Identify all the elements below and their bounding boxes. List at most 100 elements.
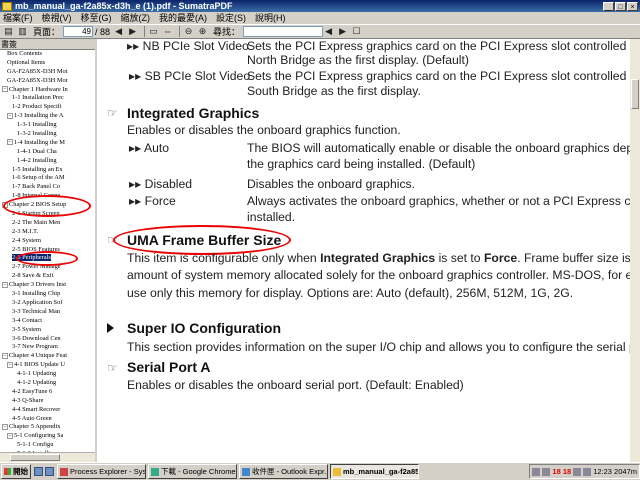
bookmark-item[interactable]: 2-5 BIOS Features [0, 246, 95, 255]
bookmark-item[interactable]: 2-3 M.I.T. [0, 228, 95, 237]
start-button[interactable]: 開始 [1, 464, 31, 479]
print-icon[interactable]: ▥ [17, 26, 28, 37]
arrow-icon: ▸▸ [127, 39, 140, 53]
bookmark-item[interactable]: 3-6 Download Cen [0, 335, 95, 344]
bookmark-item[interactable]: 3-2 Application Sof [0, 299, 95, 308]
bookmark-label: 3-3 Technical Man [12, 307, 61, 315]
close-button[interactable]: × [627, 1, 638, 11]
bookmark-item[interactable]: 2-4 System [0, 237, 95, 246]
window-title: mb_manual_ga-f2a85x-d3h_e (1).pdf - Suma… [15, 1, 233, 11]
task-chrome[interactable]: 下載 - Google Chrome [148, 464, 237, 479]
bookmark-item[interactable]: 3-4 Contact [0, 317, 95, 326]
menu-zoom[interactable]: 縮放(Z) [121, 12, 151, 24]
bookmark-item[interactable]: 2-1 Startup Screen [0, 210, 95, 219]
page-number-input[interactable] [63, 26, 94, 37]
next-page-icon[interactable]: ▶ [127, 26, 138, 37]
find-prev-icon[interactable]: ◀ [323, 26, 334, 37]
bookmark-item[interactable]: − Chapter 2 BIOS Setup [0, 201, 95, 210]
bookmark-item[interactable]: 1-6 Setup of the AM [0, 174, 95, 183]
bookmark-label: 1-4-2 Installing [17, 156, 57, 164]
fit-width-icon[interactable]: ⇔ [162, 26, 173, 37]
document-view: ▸▸ NB PCIe Slot Video Sets the PCI Expre… [97, 39, 640, 462]
bookmark-item[interactable]: GA-F2A85X-D3H Mot [0, 68, 95, 77]
task-outlook[interactable]: 收件匣 - Outlook Expr... [239, 464, 328, 479]
document-vertical-scrollbar[interactable] [630, 39, 640, 462]
bookmark-item[interactable]: 2-8 Save & Exit [0, 272, 95, 281]
match-case-icon[interactable]: ☐ [351, 26, 362, 37]
bookmark-item[interactable]: 3-3 Technical Man [0, 308, 95, 317]
bookmarks-sidebar: 書簽 Box Contents Optional Items GA-F2A85X-D… [0, 39, 97, 462]
collapse-icon[interactable]: − [7, 139, 13, 146]
bookmark-item[interactable]: 1-4-1 Dual Cha [0, 148, 95, 157]
find-input[interactable] [243, 26, 324, 37]
bookmark-item[interactable]: 4-3 Q-Share [0, 397, 95, 406]
bookmark-item[interactable]: 1-3-2 Installing [0, 130, 95, 139]
collapse-icon[interactable]: − [7, 361, 13, 368]
bookmark-item[interactable]: 2-2 The Main Men [0, 219, 95, 228]
menu-settings[interactable]: 設定(S) [216, 12, 246, 24]
scrollbar-thumb[interactable] [631, 79, 639, 109]
option-sb-pcie-label: SB PCIe Slot Video [144, 69, 251, 83]
menu-file[interactable]: 檔案(F) [3, 12, 33, 24]
browser-icon[interactable] [45, 467, 54, 476]
bookmark-item[interactable]: 4-4 Smart Recover [0, 406, 95, 415]
collapse-icon[interactable]: − [2, 281, 8, 288]
bookmark-item[interactable]: 2-6 Peripherals [0, 254, 95, 263]
bookmark-item[interactable]: 4-1-1 Updating [0, 370, 95, 379]
collapse-icon[interactable]: − [7, 112, 13, 119]
task-process-explorer[interactable]: Process Explorer - Sysi... [57, 464, 146, 479]
section-triangle-icon [107, 323, 114, 333]
zoom-in-icon[interactable]: ⊕ [197, 26, 208, 37]
task-sumatra[interactable]: mb_manual_ga-f2a85x... [330, 464, 419, 479]
collapse-icon[interactable]: − [7, 432, 13, 439]
bookmark-item[interactable]: − Chapter 3 Drivers Inst [0, 281, 95, 290]
bookmark-item[interactable]: −4-1 BIOS Update U [0, 361, 95, 370]
bookmark-item[interactable]: 1-2 Product Specifi [0, 103, 95, 112]
bookmark-item[interactable]: 5-1-1 Configu [0, 441, 95, 450]
maximize-button[interactable]: □ [615, 1, 626, 11]
bookmark-item[interactable]: − Chapter 1 Hardware In [0, 86, 95, 95]
collapse-icon[interactable]: − [2, 86, 8, 93]
scrollbar-thumb[interactable] [10, 454, 60, 461]
menu-view[interactable]: 檢視(V) [42, 12, 72, 24]
bookmark-item[interactable]: 1-5 Installing an Ex [0, 166, 95, 175]
open-folder-icon[interactable]: ▤ [3, 26, 14, 37]
bookmark-item[interactable]: −1-4 Installing the M [0, 139, 95, 148]
bookmark-item[interactable]: −5-1 Configuring Sa [0, 432, 95, 441]
bookmark-item[interactable]: Optional Items [0, 59, 95, 68]
bookmark-item[interactable]: 1-3-1 Installing [0, 121, 95, 130]
prev-page-icon[interactable]: ◀ [113, 26, 124, 37]
tray-icon[interactable] [583, 467, 592, 476]
tray-icon[interactable] [542, 467, 551, 476]
menu-help[interactable]: 說明(H) [255, 12, 286, 24]
bookmark-item[interactable]: 2-7 Power Manage [0, 263, 95, 272]
bookmark-item[interactable]: − Chapter 4 Unique Feat [0, 352, 95, 361]
bookmark-item[interactable]: 4-2 EasyTune 6 [0, 388, 95, 397]
find-next-icon[interactable]: ▶ [337, 26, 348, 37]
bookmark-item[interactable]: −1-3 Installing the A [0, 112, 95, 121]
tray-icon[interactable] [573, 467, 582, 476]
bookmark-item[interactable]: 4-1-2 Updating [0, 379, 95, 388]
bookmark-item[interactable]: 1-8 Internal Conne [0, 192, 95, 201]
bookmark-item[interactable]: 1-1 Installation Prec [0, 94, 95, 103]
bookmark-item[interactable]: 1-4-2 Installing [0, 157, 95, 166]
bookmark-item[interactable]: 3-1 Installing Chip [0, 290, 95, 299]
bookmark-item[interactable]: GA-F2A85X-D3H Mot [0, 77, 95, 86]
bookmark-item[interactable]: 4-5 Auto Green [0, 415, 95, 424]
zoom-out-icon[interactable]: ⊖ [183, 26, 194, 37]
fit-page-icon[interactable]: ▭ [148, 26, 159, 37]
minimize-button[interactable]: _ [603, 1, 614, 11]
collapse-icon[interactable]: − [2, 423, 8, 430]
bookmark-item[interactable]: Box Contents [0, 50, 95, 59]
bookmark-item[interactable]: − Chapter 5 Appendix [0, 423, 95, 432]
desktop-icon[interactable] [34, 467, 43, 476]
bookmark-item[interactable]: 1-7 Back Panel Co [0, 183, 95, 192]
bookmark-item[interactable]: 3-7 New Program [0, 343, 95, 352]
bookmark-item[interactable]: 3-5 System [0, 326, 95, 335]
sidebar-horizontal-scrollbar[interactable] [0, 452, 95, 462]
collapse-icon[interactable]: − [2, 352, 8, 359]
collapse-icon[interactable]: − [2, 201, 8, 208]
menu-goto[interactable]: 移至(G) [81, 12, 112, 24]
menu-favorites[interactable]: 我的最愛(A) [159, 12, 207, 24]
tray-icon[interactable] [532, 467, 541, 476]
